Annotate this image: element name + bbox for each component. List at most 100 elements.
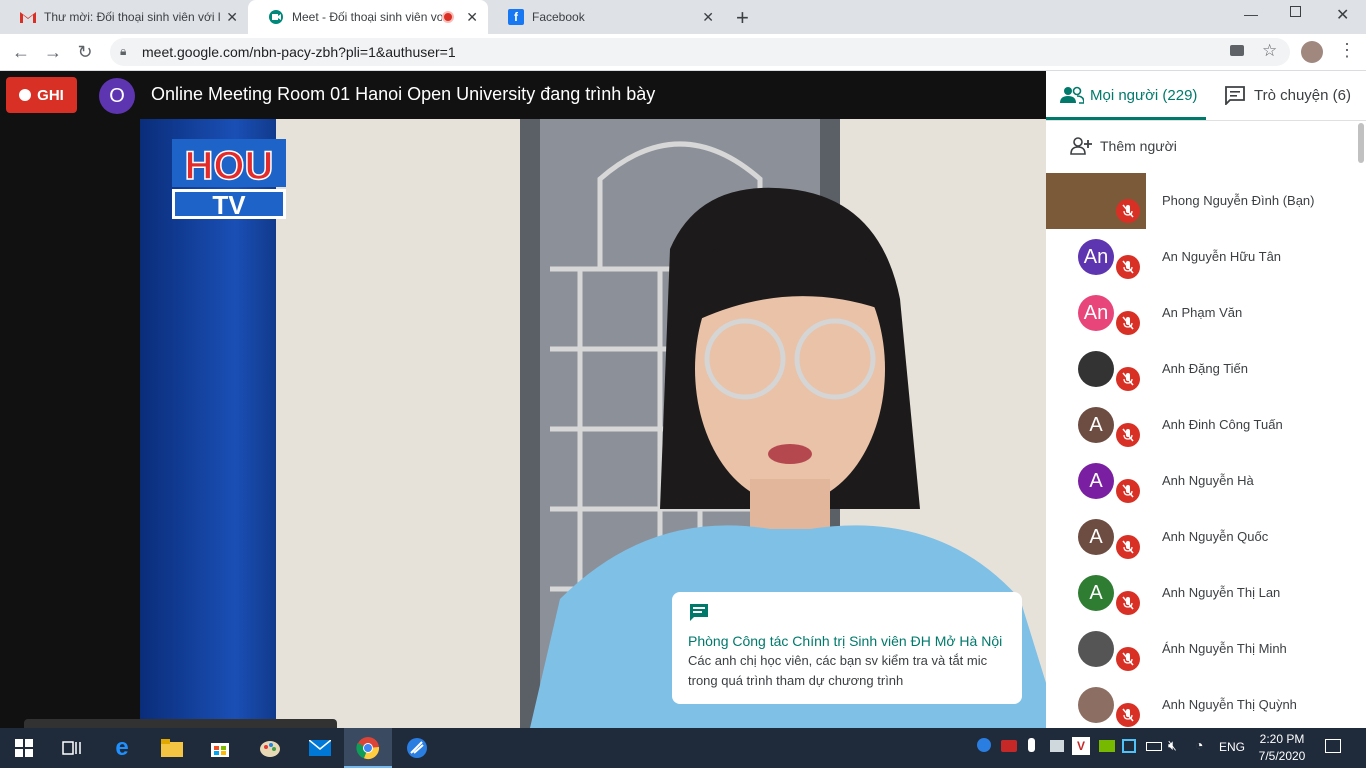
camera-icon[interactable] bbox=[1230, 45, 1244, 56]
store-icon[interactable] bbox=[208, 736, 232, 760]
url-text: meet.google.com/nbn-pacy-zbh?pli=1&authu… bbox=[142, 44, 456, 60]
mic-off-icon bbox=[1116, 703, 1140, 727]
close-icon[interactable]: ✕ bbox=[466, 9, 478, 26]
participant-row[interactable]: An An Nguyễn Hữu Tân bbox=[1046, 229, 1366, 285]
participant-avatar bbox=[1078, 631, 1114, 667]
participant-name: An Nguyễn Hữu Tân bbox=[1162, 249, 1282, 264]
facebook-icon: f bbox=[508, 9, 524, 25]
mic-off-icon bbox=[1116, 535, 1140, 559]
participant-avatar: An bbox=[1078, 295, 1114, 331]
reload-icon[interactable]: ↻ bbox=[74, 42, 96, 63]
presentation-title: Online Meeting Room 01 Hanoi Open Univer… bbox=[151, 84, 656, 104]
participant-name: Anh Nguyễn Thị Lan bbox=[1162, 585, 1281, 600]
participant-avatar: A bbox=[1078, 575, 1114, 611]
participant-row[interactable]: Anh Nguyễn Thị Quỳnh bbox=[1046, 677, 1366, 728]
mic-off-icon bbox=[1116, 423, 1140, 447]
minimize-icon[interactable]: — bbox=[1244, 6, 1258, 22]
recording-indicator-icon bbox=[442, 11, 454, 23]
mic-off-icon bbox=[1116, 367, 1140, 391]
tab-facebook[interactable]: f Facebook ✕ bbox=[488, 0, 724, 34]
people-panel: Mọi người (229) Trò chuyện (6) Thêm ngườ… bbox=[1046, 71, 1366, 728]
participant-name: Anh Đinh Công Tuấn bbox=[1162, 417, 1283, 432]
tray-monitor-icon[interactable] bbox=[1050, 740, 1064, 752]
app-icon[interactable] bbox=[405, 736, 429, 760]
participant-avatar: A bbox=[1078, 519, 1114, 555]
vivaldi-icon[interactable]: V bbox=[1072, 737, 1090, 755]
language-indicator[interactable]: ENG bbox=[1219, 740, 1245, 754]
tray-network-app-icon[interactable] bbox=[1122, 739, 1136, 753]
participant-row[interactable]: A Anh Nguyễn Hà bbox=[1046, 453, 1366, 509]
participant-avatar: A bbox=[1078, 463, 1114, 499]
chat-message-text: Các anh chị học viên, các bạn sv kiểm tr… bbox=[688, 653, 988, 688]
add-person-icon bbox=[1070, 137, 1092, 155]
tab-gmail[interactable]: Thư mời: Đối thoại sinh viên với l ✕ bbox=[0, 0, 248, 34]
tray-record-icon[interactable] bbox=[1001, 740, 1017, 752]
edge-icon[interactable]: e bbox=[110, 734, 134, 761]
participant-row[interactable]: Ánh Nguyễn Thị Minh bbox=[1046, 621, 1366, 677]
participant-avatar: An bbox=[1078, 239, 1114, 275]
participant-row[interactable]: An An Phạm Văn bbox=[1046, 285, 1366, 341]
close-icon[interactable]: ✕ bbox=[702, 9, 714, 26]
tab-chat[interactable]: Trò chuyện (6) bbox=[1224, 71, 1351, 119]
paint-icon[interactable] bbox=[258, 736, 282, 760]
forward-icon[interactable]: → bbox=[42, 42, 64, 63]
hou-tv-logo: HOU TV bbox=[172, 139, 286, 219]
chat-sender: Phòng Công tác Chính trị Sinh viên ĐH Mở… bbox=[688, 633, 1003, 649]
mic-off-icon bbox=[1116, 311, 1140, 335]
chrome-taskbar-button[interactable] bbox=[344, 728, 392, 768]
nvidia-icon[interactable] bbox=[1099, 740, 1115, 752]
omnibox[interactable]: 🔒︎ meet.google.com/nbn-pacy-zbh?pli=1&au… bbox=[110, 38, 1290, 66]
task-view-icon[interactable] bbox=[60, 736, 84, 760]
participant-name: An Phạm Văn bbox=[1162, 305, 1243, 320]
speaker-muted-icon[interactable]: 🔇︎ bbox=[1168, 737, 1177, 754]
panel-scrollbar[interactable] bbox=[1358, 123, 1364, 163]
wifi-icon[interactable]: ◔ bbox=[1195, 737, 1203, 753]
meet-icon bbox=[268, 9, 284, 25]
chat-message-toast[interactable]: Phòng Công tác Chính trị Sinh viên ĐH Mở… bbox=[672, 592, 1022, 704]
new-tab-button[interactable]: + bbox=[736, 5, 749, 31]
mic-off-icon bbox=[1116, 647, 1140, 671]
tray-app-icon[interactable] bbox=[977, 738, 991, 752]
participant-row[interactable]: Anh Đặng Tiến bbox=[1046, 341, 1366, 397]
back-icon[interactable]: ← bbox=[10, 42, 32, 63]
participant-row[interactable]: A Anh Nguyễn Thị Lan bbox=[1046, 565, 1366, 621]
restore-icon[interactable] bbox=[1290, 6, 1301, 17]
participant-name: Ánh Nguyễn Thị Minh bbox=[1162, 641, 1287, 656]
mic-off-icon bbox=[1116, 199, 1140, 223]
close-icon[interactable]: ✕ bbox=[226, 9, 238, 26]
close-window-icon[interactable]: ✕ bbox=[1336, 5, 1349, 25]
notification-center-icon[interactable] bbox=[1325, 739, 1341, 753]
record-button[interactable]: GHI bbox=[6, 77, 77, 113]
participant-row[interactable]: A Anh Đinh Công Tuấn bbox=[1046, 397, 1366, 453]
windows-start-icon[interactable] bbox=[12, 736, 36, 760]
mic-off-icon bbox=[1116, 479, 1140, 503]
chat-icon bbox=[1225, 86, 1245, 105]
participant-row[interactable]: Phong Nguyễn Đình (Bạn) bbox=[1046, 173, 1366, 229]
gmail-icon bbox=[20, 9, 36, 25]
star-icon[interactable]: ☆ bbox=[1262, 41, 1277, 61]
participant-row[interactable]: A Anh Nguyễn Quốc bbox=[1046, 509, 1366, 565]
chat-icon bbox=[690, 604, 708, 621]
participant-name: Anh Nguyễn Hà bbox=[1162, 473, 1254, 488]
participant-avatar bbox=[1078, 351, 1114, 387]
participant-avatar: A bbox=[1078, 407, 1114, 443]
battery-icon[interactable] bbox=[1146, 742, 1162, 751]
file-explorer-icon[interactable] bbox=[160, 736, 184, 760]
address-bar-row: ← → ↻ 🔒︎ meet.google.com/nbn-pacy-zbh?pl… bbox=[0, 34, 1366, 71]
menu-icon[interactable]: ⋮ bbox=[1338, 40, 1356, 61]
system-clock[interactable]: 2:20 PM 7/5/2020 bbox=[1255, 731, 1309, 765]
participant-name: Anh Đặng Tiến bbox=[1162, 361, 1249, 376]
svg-text:HOU: HOU bbox=[185, 144, 274, 188]
profile-avatar[interactable] bbox=[1301, 41, 1323, 63]
microphone-icon[interactable] bbox=[1028, 738, 1035, 752]
browser-tab-strip: Thư mời: Đối thoại sinh viên với l ✕ Mee… bbox=[0, 0, 1366, 34]
participant-avatar bbox=[1078, 687, 1114, 723]
add-people-button[interactable]: Thêm người bbox=[1070, 137, 1177, 155]
participant-name: Anh Nguyễn Thị Quỳnh bbox=[1162, 697, 1297, 712]
participant-name: Phong Nguyễn Đình (Bạn) bbox=[1162, 193, 1315, 208]
participant-name: Anh Nguyễn Quốc bbox=[1162, 529, 1269, 544]
tab-people[interactable]: Mọi người (229) bbox=[1060, 71, 1197, 119]
tab-meet[interactable]: Meet - Đối thoại sinh viên vơ ✕ bbox=[248, 0, 488, 34]
panel-divider bbox=[1046, 120, 1366, 121]
mail-icon[interactable] bbox=[308, 736, 332, 760]
